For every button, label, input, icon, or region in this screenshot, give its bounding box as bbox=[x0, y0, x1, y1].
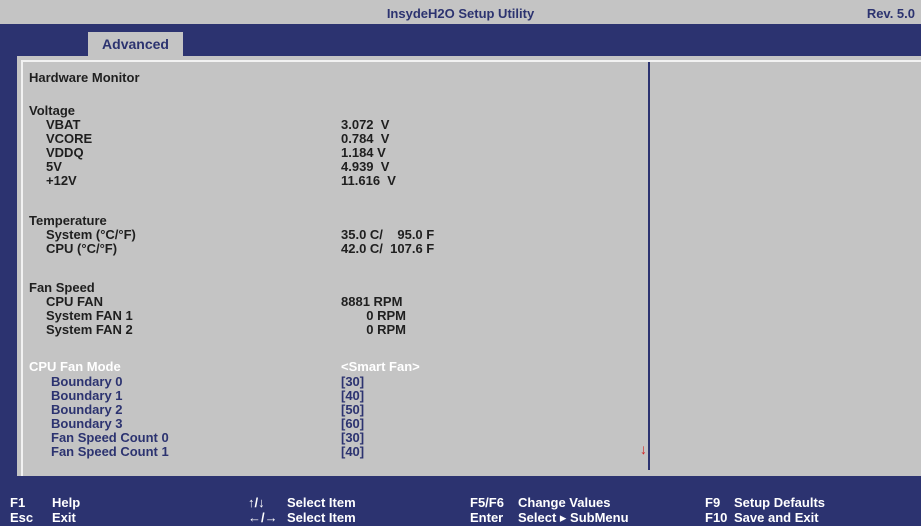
esc-key: Esc bbox=[10, 510, 34, 525]
boundary-2-label[interactable]: Boundary 2 bbox=[51, 403, 123, 417]
12v-label: +12V bbox=[46, 173, 77, 188]
tab-advanced[interactable]: Advanced bbox=[88, 32, 183, 56]
boundary-0-label[interactable]: Boundary 0 bbox=[51, 375, 123, 389]
leftright-key: ←/→ bbox=[248, 510, 278, 525]
cpu-fan-label: CPU FAN bbox=[46, 294, 104, 309]
f1-key: F1 bbox=[10, 495, 26, 510]
boundary-0-value[interactable]: [30] bbox=[341, 375, 364, 389]
f9-key: F9 bbox=[705, 495, 721, 510]
boundary-1-label[interactable]: Boundary 1 bbox=[51, 389, 123, 403]
vddq-label: VDDQ bbox=[46, 145, 84, 160]
main-panel: Hardware Monitor Voltage VBAT 3.072 V VC… bbox=[17, 56, 921, 476]
leftright-desc: Select Item bbox=[287, 510, 356, 525]
updown-key: ↑/↓ bbox=[248, 495, 265, 510]
vbat-label: VBAT bbox=[46, 117, 81, 132]
system-fan1-label: System FAN 1 bbox=[46, 308, 133, 323]
f5f6-key: F5/F6 bbox=[470, 495, 504, 510]
5v-label: 5V bbox=[46, 159, 62, 174]
f9-desc: Setup Defaults bbox=[734, 495, 826, 510]
vcore-label: VCORE bbox=[46, 131, 93, 146]
f10-key: F10 bbox=[705, 510, 728, 525]
vcore-value: 0.784 V bbox=[341, 131, 390, 146]
page-title: Hardware Monitor bbox=[29, 70, 140, 85]
cpu-fan-mode-label[interactable]: CPU Fan Mode bbox=[29, 360, 121, 374]
revision-label: Rev. 5.0 bbox=[866, 6, 915, 21]
system-temp-label: System (°C/°F) bbox=[46, 227, 136, 242]
vbat-value: 3.072 V bbox=[341, 117, 390, 132]
12v-value: 11.616 V bbox=[341, 173, 396, 188]
title-bar: InsydeH2O Setup Utility Rev. 5.0 bbox=[0, 0, 921, 24]
enter-desc: Select ▸ SubMenu bbox=[518, 510, 629, 525]
help-panel-divider bbox=[648, 62, 650, 470]
vddq-value: 1.184 V bbox=[341, 145, 386, 160]
f10-desc: Save and Exit bbox=[734, 510, 819, 525]
voltage-heading: Voltage bbox=[29, 103, 75, 118]
key-help-bar: F1 Help Esc Exit ↑/↓ Select Item ←/→ Sel… bbox=[0, 476, 921, 526]
temperature-heading: Temperature bbox=[29, 213, 107, 228]
fan-speed-count-1-label[interactable]: Fan Speed Count 1 bbox=[51, 445, 169, 459]
fan-speed-count-0-value[interactable]: [30] bbox=[341, 431, 364, 445]
5v-value: 4.939 V bbox=[341, 159, 390, 174]
cpu-fan-mode-value[interactable]: <Smart Fan> bbox=[341, 360, 420, 374]
boundary-2-value[interactable]: [50] bbox=[341, 403, 364, 417]
system-fan1-value: 0 RPM bbox=[341, 308, 407, 323]
boundary-3-value[interactable]: [60] bbox=[341, 417, 364, 431]
enter-key: Enter bbox=[470, 510, 504, 525]
cpu-temp-label: CPU (°C/°F) bbox=[46, 241, 118, 256]
tab-bar: Advanced bbox=[0, 24, 921, 56]
system-fan2-label: System FAN 2 bbox=[46, 322, 133, 337]
cpu-temp-value: 42.0 C/ 107.6 F bbox=[341, 241, 435, 256]
system-fan2-value: 0 RPM bbox=[341, 322, 407, 337]
fan-speed-count-0-label[interactable]: Fan Speed Count 0 bbox=[51, 431, 169, 445]
fan-speed-count-1-value[interactable]: [40] bbox=[341, 445, 364, 459]
scroll-down-icon[interactable]: ↓ bbox=[640, 441, 647, 457]
esc-desc: Exit bbox=[52, 510, 76, 525]
f5f6-desc: Change Values bbox=[518, 495, 611, 510]
boundary-1-value[interactable]: [40] bbox=[341, 389, 364, 403]
app-title: InsydeH2O Setup Utility bbox=[386, 6, 535, 21]
system-temp-value: 35.0 C/ 95.0 F bbox=[341, 227, 435, 242]
fan-speed-heading: Fan Speed bbox=[29, 280, 95, 295]
panel-frame bbox=[21, 60, 921, 476]
cpu-fan-value: 8881 RPM bbox=[341, 294, 403, 309]
boundary-3-label[interactable]: Boundary 3 bbox=[51, 417, 123, 431]
f1-desc: Help bbox=[52, 495, 81, 510]
updown-desc: Select Item bbox=[287, 495, 356, 510]
